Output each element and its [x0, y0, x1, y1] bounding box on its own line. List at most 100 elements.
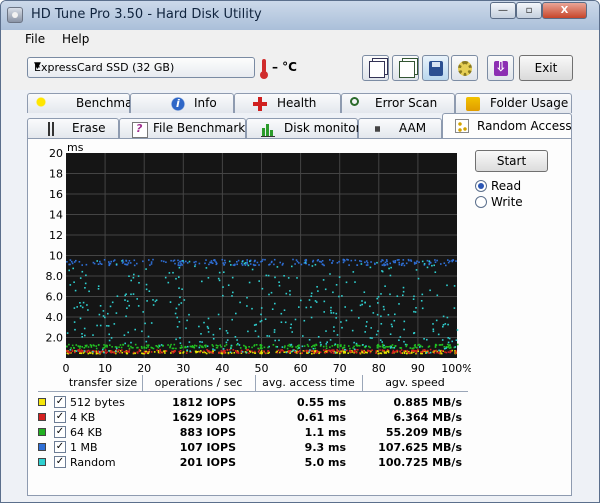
tab-erase[interactable]: Erase — [27, 118, 119, 138]
minimize-button[interactable]: — — [490, 2, 516, 19]
tab-benchmark[interactable]: Benchmark — [27, 93, 144, 113]
maximize-button[interactable]: ▫ — [516, 2, 542, 19]
data-point-random — [431, 264, 433, 267]
drive-select[interactable]: ExpressCard SSD (32 GB) ▼ — [27, 57, 255, 78]
data-point-1-mb — [136, 262, 138, 265]
data-point-4-kb — [232, 349, 235, 351]
data-point-random — [212, 338, 215, 340]
menu-help[interactable]: Help — [62, 32, 89, 46]
tab-error-scan[interactable]: Error Scan — [341, 93, 455, 113]
data-point-4-kb — [435, 349, 438, 352]
data-point-random — [194, 265, 196, 268]
data-point-1-mb — [73, 261, 76, 263]
data-point-random — [404, 343, 407, 346]
data-point-4-kb — [371, 349, 373, 351]
download-button[interactable] — [487, 55, 514, 81]
data-point-random — [317, 290, 319, 292]
copy-text-button[interactable] — [362, 55, 389, 81]
read-radio[interactable] — [475, 180, 487, 192]
data-point-random — [81, 333, 83, 335]
data-point-random — [243, 262, 246, 265]
tab-aam[interactable]: AAM — [358, 118, 442, 138]
data-point-1-mb — [305, 258, 307, 261]
data-point-64-kb — [75, 344, 78, 346]
data-point-64-kb — [215, 344, 218, 347]
data-point-4-kb — [340, 351, 342, 353]
data-point-1-mb — [246, 261, 248, 263]
title-bar[interactable]: HD Tune Pro 3.50 - Hard Disk Utility — ▫… — [1, 1, 599, 30]
data-point-4-kb — [427, 349, 429, 352]
data-point-512-bytes — [153, 351, 156, 353]
data-point-4-kb — [280, 349, 282, 351]
data-point-random — [268, 335, 271, 337]
data-point-random — [319, 341, 322, 344]
data-point-64-kb — [434, 346, 437, 348]
data-point-random — [98, 313, 101, 316]
speed-cell: 55.209 MB/s — [385, 426, 462, 439]
data-point-random — [289, 290, 291, 292]
data-point-random — [69, 284, 72, 286]
options-button[interactable] — [451, 55, 478, 81]
data-point-1-mb — [170, 259, 172, 262]
data-point-1-mb — [281, 264, 284, 266]
data-point-random — [231, 318, 233, 321]
series-checkbox[interactable]: ✓ — [54, 441, 66, 453]
series-color-swatch — [38, 428, 46, 436]
data-point-64-kb — [449, 346, 452, 348]
copy-screenshot-button[interactable] — [392, 55, 419, 81]
write-radio[interactable] — [475, 196, 487, 208]
data-point-random — [421, 307, 424, 310]
data-point-64-kb — [379, 345, 382, 348]
data-point-random — [334, 343, 337, 345]
series-checkbox[interactable]: ✓ — [54, 411, 66, 423]
data-point-4-kb — [415, 350, 418, 352]
data-point-64-kb — [358, 344, 360, 347]
data-point-random — [98, 351, 101, 353]
series-checkbox[interactable]: ✓ — [54, 426, 66, 438]
data-point-64-kb — [260, 345, 262, 348]
data-point-random — [148, 290, 151, 292]
data-point-1-mb — [193, 261, 195, 264]
tab-health[interactable]: Health — [234, 93, 341, 113]
data-point-random — [241, 351, 244, 353]
start-button[interactable]: Start — [475, 150, 548, 172]
data-point-random — [310, 295, 313, 297]
write-radio-label[interactable]: Write — [491, 195, 523, 209]
data-point-random — [456, 329, 459, 331]
series-checkbox[interactable]: ✓ — [54, 396, 66, 408]
data-point-random — [290, 323, 292, 326]
data-point-64-kb — [409, 347, 412, 349]
tab-folder-usage[interactable]: Folder Usage — [455, 93, 572, 113]
menu-file[interactable]: File — [25, 32, 45, 46]
close-button[interactable]: X — [542, 2, 587, 19]
data-point-random — [309, 349, 311, 351]
data-point-random — [329, 273, 331, 275]
data-point-random — [79, 317, 82, 320]
tab-disk-monitor[interactable]: Disk monitor — [246, 118, 361, 138]
save-button[interactable] — [422, 55, 449, 81]
y-tick-label: 4.0 — [46, 311, 64, 324]
data-point-1-mb — [264, 258, 266, 261]
data-point-random — [74, 289, 77, 292]
data-point-1-mb — [342, 261, 345, 264]
data-point-random — [274, 276, 276, 279]
series-checkbox[interactable]: ✓ — [54, 456, 66, 468]
data-point-64-kb — [325, 345, 328, 347]
read-radio-label[interactable]: Read — [491, 179, 521, 193]
data-point-64-kb — [448, 344, 451, 346]
data-point-random — [107, 312, 109, 315]
data-point-64-kb — [86, 344, 88, 347]
data-point-4-kb — [360, 349, 363, 352]
tab-file-benchmark[interactable]: File Benchmark — [119, 118, 246, 138]
data-point-64-kb — [106, 344, 108, 347]
data-point-64-kb — [157, 346, 160, 349]
series-color-swatch — [38, 458, 46, 466]
data-point-1-mb — [296, 260, 299, 263]
tab-random-access[interactable]: Random Access — [442, 113, 572, 138]
data-point-random — [312, 347, 315, 350]
data-point-1-mb — [398, 261, 400, 264]
tab-info[interactable]: Info — [130, 93, 234, 113]
exit-button[interactable]: Exit — [519, 55, 573, 81]
data-point-random — [253, 324, 256, 326]
data-point-random — [280, 321, 283, 323]
